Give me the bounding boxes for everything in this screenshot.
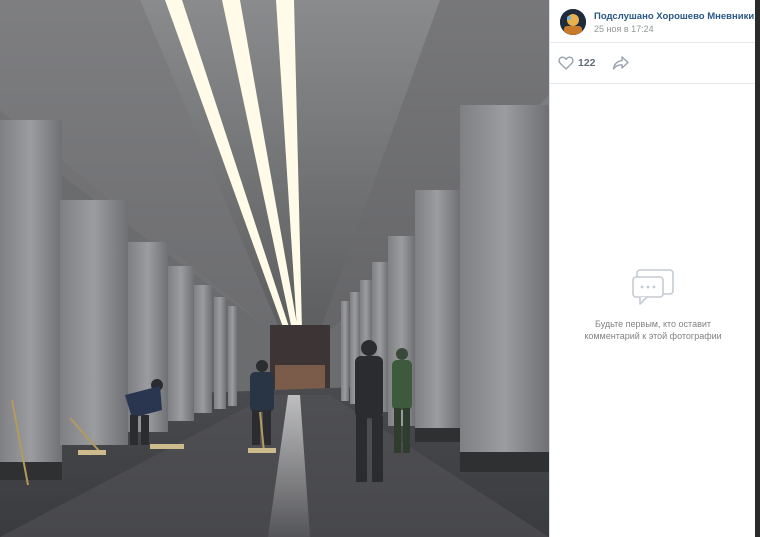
heart-outline-icon bbox=[558, 56, 574, 70]
share-button[interactable] bbox=[612, 55, 630, 71]
like-count: 122 bbox=[578, 57, 596, 69]
metro-station-photo bbox=[0, 0, 549, 537]
post-sidebar: Подслушано Хорошево Мневники 25 ноя в 17… bbox=[549, 0, 756, 537]
avatar[interactable] bbox=[560, 9, 586, 35]
share-arrow-icon bbox=[612, 56, 629, 70]
post-photo[interactable] bbox=[0, 0, 549, 537]
post-actions: 122 bbox=[550, 43, 756, 84]
like-button[interactable]: 122 bbox=[558, 54, 596, 72]
viewer-edge bbox=[755, 0, 760, 537]
post-date[interactable]: 25 ноя в 17:24 bbox=[594, 24, 654, 34]
author-name-link[interactable]: Подслушано Хорошево Мневники bbox=[594, 11, 754, 22]
post-author-header: Подслушано Хорошево Мневники 25 ноя в 17… bbox=[550, 0, 756, 43]
avatar-image-icon bbox=[560, 9, 586, 35]
comments-empty-text: Будьте первым, кто оставит комментарий к… bbox=[584, 319, 722, 341]
comments-empty-state: Будьте первым, кто оставит комментарий к… bbox=[550, 268, 756, 342]
speech-bubble-icon bbox=[632, 269, 674, 305]
